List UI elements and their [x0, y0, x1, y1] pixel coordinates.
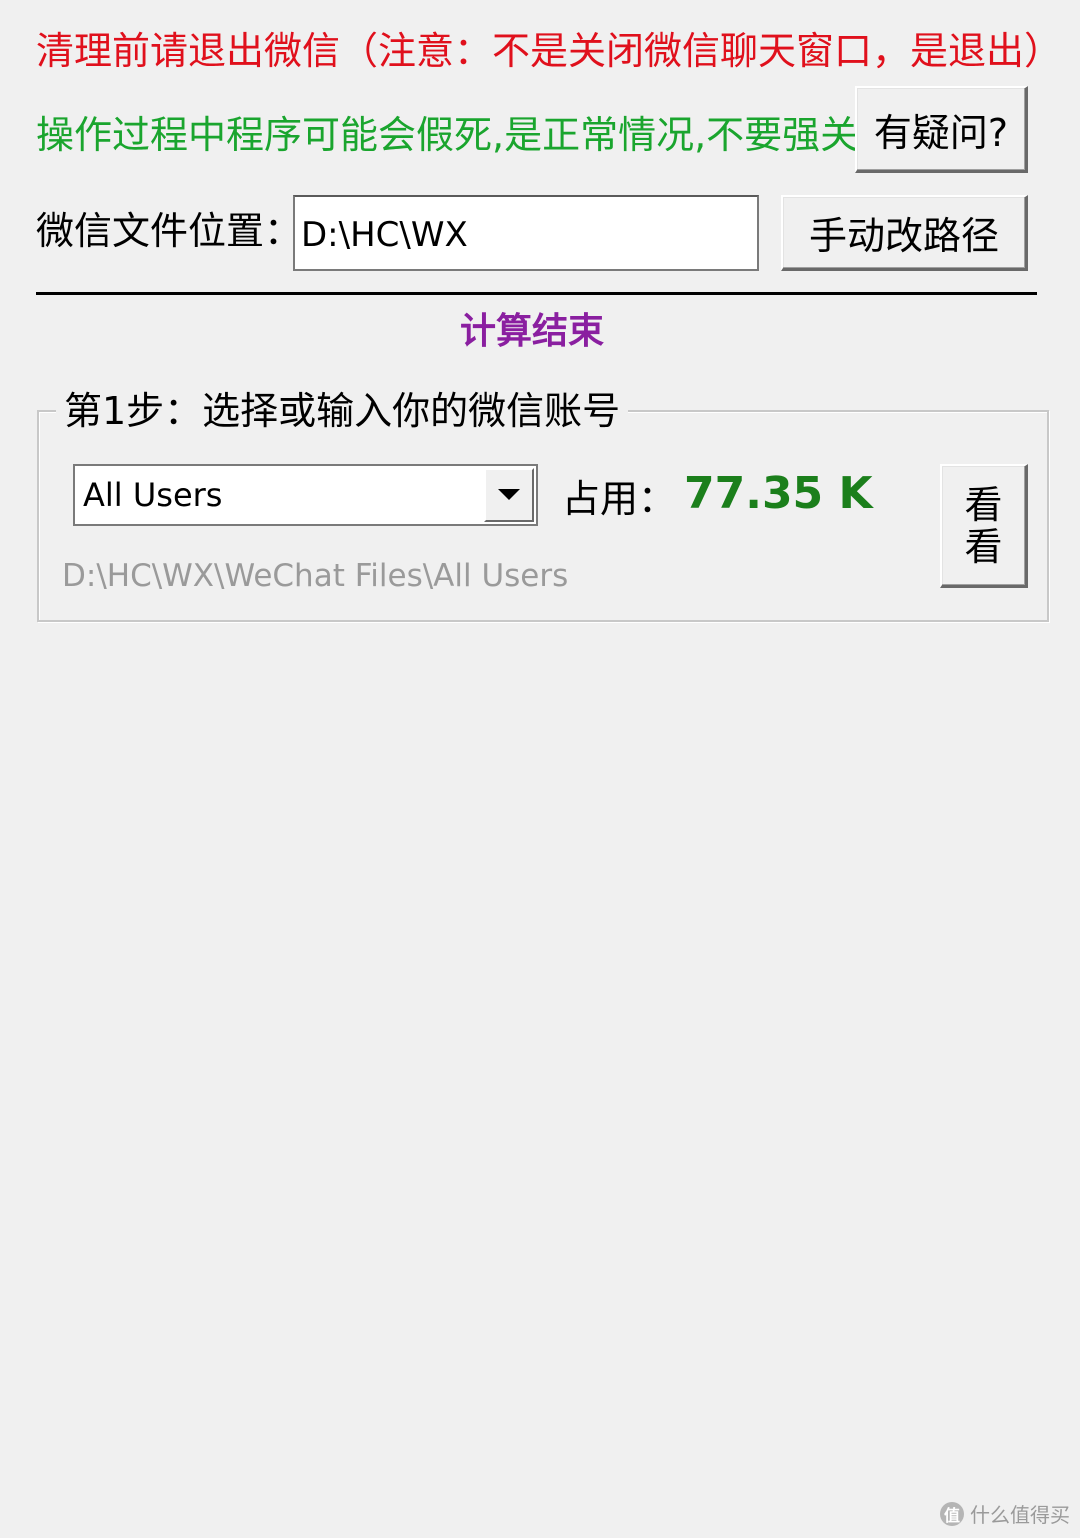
usage-label: 占用：: [562, 477, 677, 521]
view-button-char-1: 看: [964, 482, 1003, 527]
change-path-button[interactable]: 手动改路径: [781, 195, 1028, 271]
account-dropdown-button[interactable]: [484, 468, 534, 522]
view-button[interactable]: 看 看: [940, 464, 1028, 588]
watermark: 值 什么值得买: [940, 1499, 1070, 1528]
view-button-char-2: 看: [964, 524, 1003, 569]
exit-wechat-warning: 清理前请退出微信（注意：不是关闭微信聊天窗口，是退出）: [36, 29, 1063, 73]
help-button[interactable]: 有疑问?: [855, 86, 1028, 173]
wechat-path-label: 微信文件位置：: [36, 209, 303, 253]
freeze-warning: 操作过程中程序可能会假死,是正常情况,不要强关!: [36, 113, 874, 157]
watermark-text: 什么值得买: [970, 1503, 1070, 1527]
calculation-status: 计算结束: [459, 311, 604, 352]
step1-legend: 第1步：选择或输入你的微信账号: [56, 386, 629, 436]
watermark-logo-icon: 值: [940, 1501, 964, 1526]
account-selected-value: All Users: [83, 476, 223, 514]
chevron-down-icon: [498, 489, 520, 500]
usage-value: 77.35 K: [684, 468, 873, 519]
wechat-path-input[interactable]: [293, 195, 759, 271]
account-full-path: D:\HC\WX\WeChat Files\All Users: [62, 558, 569, 594]
section-divider: [36, 292, 1037, 295]
account-combobox[interactable]: All Users: [73, 464, 538, 526]
